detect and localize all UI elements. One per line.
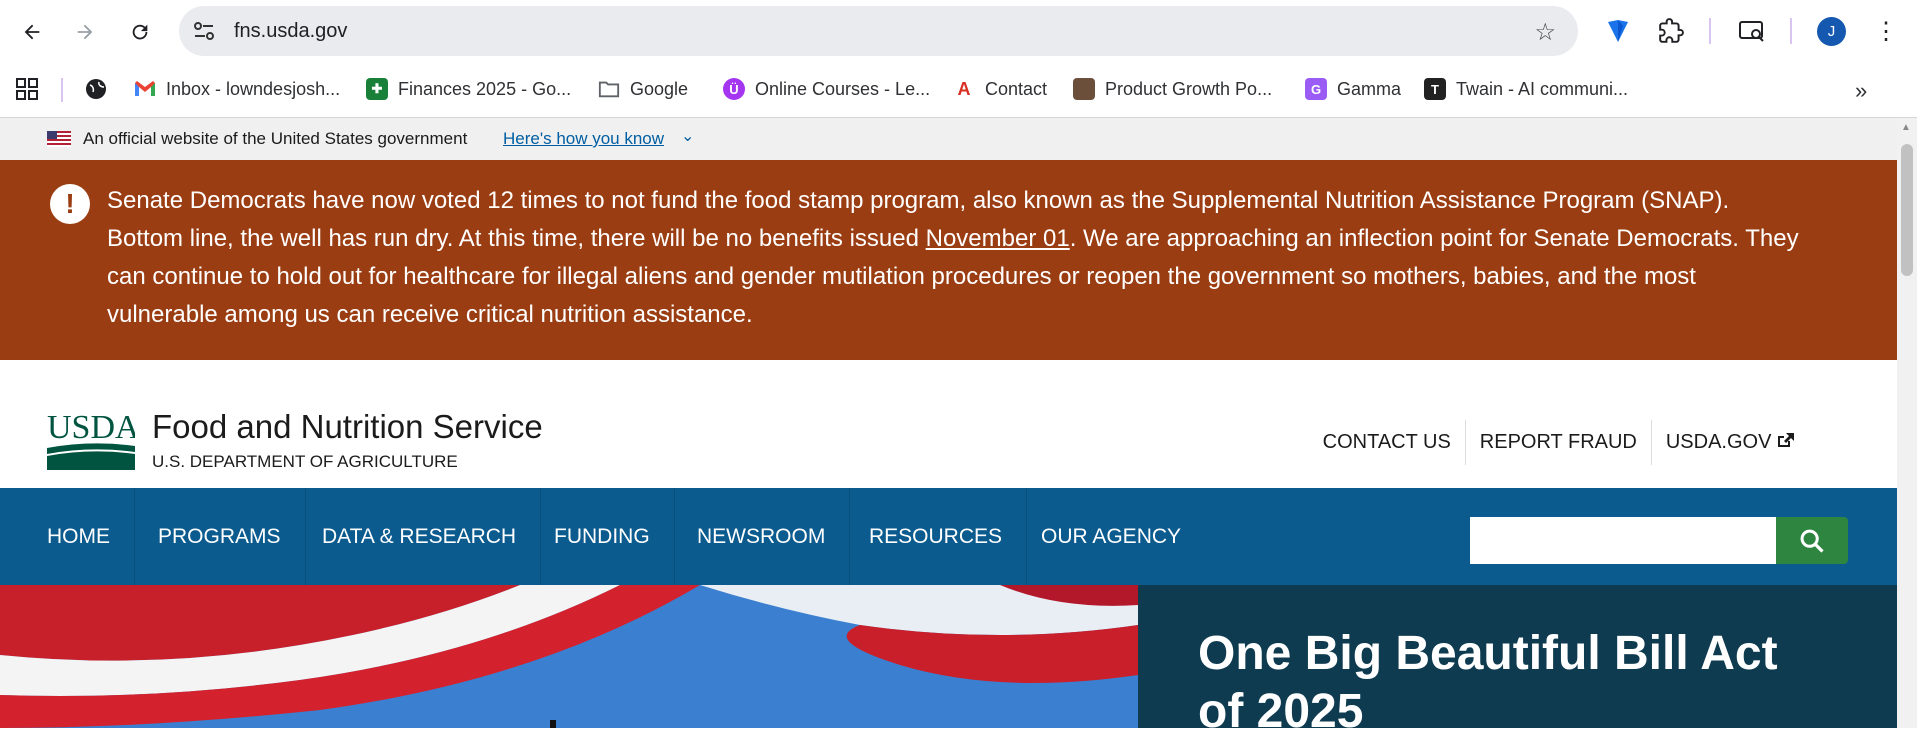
logo-text: USDA: [47, 410, 135, 446]
address-bar[interactable]: fns.usda.gov ☆: [179, 6, 1578, 56]
us-flag-icon: [47, 131, 71, 147]
site-header: USDA Food and Nutrition Service U.S. DEP…: [0, 360, 1897, 488]
bookmark-inbox[interactable]: Inbox - lowndesjosh...: [134, 78, 340, 100]
bookmark-label: Contact: [985, 78, 1048, 99]
site-info-icon[interactable]: [191, 19, 217, 43]
nav-data-research[interactable]: DATA & RESEARCH: [298, 488, 542, 585]
november-link[interactable]: November 01: [926, 225, 1070, 252]
bookmark-gamma[interactable]: G Gamma: [1305, 78, 1401, 100]
udemy-icon: Ü: [723, 78, 745, 100]
globe-icon[interactable]: [85, 78, 107, 100]
bookmark-divider: [61, 78, 63, 102]
back-arrow-icon[interactable]: [15, 15, 49, 49]
bookmark-label: Online Courses - Le...: [755, 78, 931, 99]
usda-gov-label: USDA.GOV: [1665, 431, 1772, 453]
extension-diamond-icon[interactable]: [1603, 15, 1633, 47]
gov-banner-text: An official website of the United States…: [83, 129, 468, 148]
snap-alert-banner: ! Senate Democrats have now voted 12 tim…: [0, 160, 1897, 360]
bookmark-label: Twain - AI communi...: [1456, 78, 1629, 99]
extensions-puzzle-icon[interactable]: [1655, 15, 1687, 47]
bookmark-online-courses[interactable]: Ü Online Courses - Le...: [723, 78, 930, 100]
hero-flag-image: [0, 585, 1138, 728]
toolbar-divider: [1790, 18, 1792, 44]
bookmark-google[interactable]: Google: [598, 78, 688, 100]
how-you-know-link[interactable]: Here's how you know: [503, 129, 664, 149]
bookmark-product-growth[interactable]: Product Growth Po...: [1073, 78, 1272, 100]
nav-home[interactable]: HOME: [23, 488, 135, 585]
nav-resources[interactable]: RESOURCES: [845, 488, 1028, 585]
page-scrollbar[interactable]: ▲: [1897, 118, 1917, 728]
bookmarks-bar: Inbox - lowndesjosh... ✚ Finances 2025 -…: [0, 62, 1917, 118]
toolbar-divider: [1709, 18, 1711, 44]
folder-icon: [598, 78, 620, 100]
exclamation-icon: !: [50, 184, 90, 224]
bookmark-twain[interactable]: T Twain - AI communi...: [1424, 78, 1628, 100]
forward-arrow-icon[interactable]: [68, 15, 102, 49]
browser-toolbar: fns.usda.gov ☆ J ⋮: [0, 0, 1917, 62]
report-fraud-link[interactable]: REPORT FRAUD: [1466, 420, 1652, 465]
external-link-icon: [1778, 433, 1794, 447]
reload-icon[interactable]: [123, 15, 157, 49]
gamma-icon: G: [1305, 78, 1327, 100]
official-gov-banner: An official website of the United States…: [0, 118, 1897, 160]
agency-name[interactable]: Food and Nutrition Service: [152, 408, 543, 446]
main-navigation: HOME PROGRAMS DATA & RESEARCH FUNDING NE…: [0, 488, 1897, 585]
bookmark-label: Finances 2025 - Go...: [398, 78, 572, 99]
contact-icon: A: [957, 78, 971, 99]
bookmark-finances[interactable]: ✚ Finances 2025 - Go...: [366, 78, 571, 100]
sheets-icon: ✚: [366, 78, 388, 100]
gmail-icon: [134, 78, 156, 100]
search-button[interactable]: [1776, 517, 1848, 564]
usda-gov-link[interactable]: USDA.GOV: [1652, 420, 1809, 465]
search-icon: [1800, 529, 1824, 553]
utility-links: CONTACT US REPORT FRAUD USDA.GOV: [1309, 420, 1809, 465]
podcast-icon: [1073, 78, 1095, 100]
url-text[interactable]: fns.usda.gov: [234, 20, 347, 43]
bookmark-contact[interactable]: A Contact: [953, 78, 1048, 100]
department-name: U.S. DEPARTMENT OF AGRICULTURE: [152, 452, 458, 471]
nav-newsroom[interactable]: NEWSROOM: [673, 488, 851, 585]
scroll-thumb[interactable]: [1901, 144, 1913, 276]
usda-logo[interactable]: USDA: [47, 410, 135, 470]
bookmark-label: Gamma: [1337, 78, 1402, 99]
apps-grid-icon[interactable]: [16, 78, 40, 100]
bookmark-label: Google: [630, 78, 689, 99]
site-search-input[interactable]: [1470, 517, 1776, 564]
scroll-up-arrow-icon[interactable]: ▲: [1901, 122, 1911, 133]
nav-our-agency[interactable]: OUR AGENCY: [1017, 488, 1205, 585]
kebab-menu-icon[interactable]: ⋮: [1874, 15, 1898, 47]
hero-title[interactable]: One Big Beautiful Bill Act of 2025: [1198, 625, 1818, 741]
twain-icon: T: [1424, 78, 1446, 100]
hero-panel: One Big Beautiful Bill Act of 2025: [1138, 585, 1897, 738]
profile-avatar[interactable]: J: [1817, 17, 1846, 46]
search-tab-icon[interactable]: [1736, 15, 1768, 47]
nav-programs[interactable]: PROGRAMS: [134, 488, 306, 585]
alert-message: Senate Democrats have now voted 12 times…: [107, 182, 1807, 334]
bookmark-star-icon[interactable]: ☆: [1534, 18, 1556, 47]
nav-funding[interactable]: FUNDING: [530, 488, 675, 585]
bookmark-label: Product Growth Po...: [1105, 78, 1273, 99]
more-bookmarks-chevron-icon[interactable]: »: [1855, 78, 1867, 104]
chevron-down-icon[interactable]: ⌄: [681, 126, 694, 146]
contact-us-link[interactable]: CONTACT US: [1309, 420, 1466, 465]
bookmark-label: Inbox - lowndesjosh...: [166, 78, 341, 99]
